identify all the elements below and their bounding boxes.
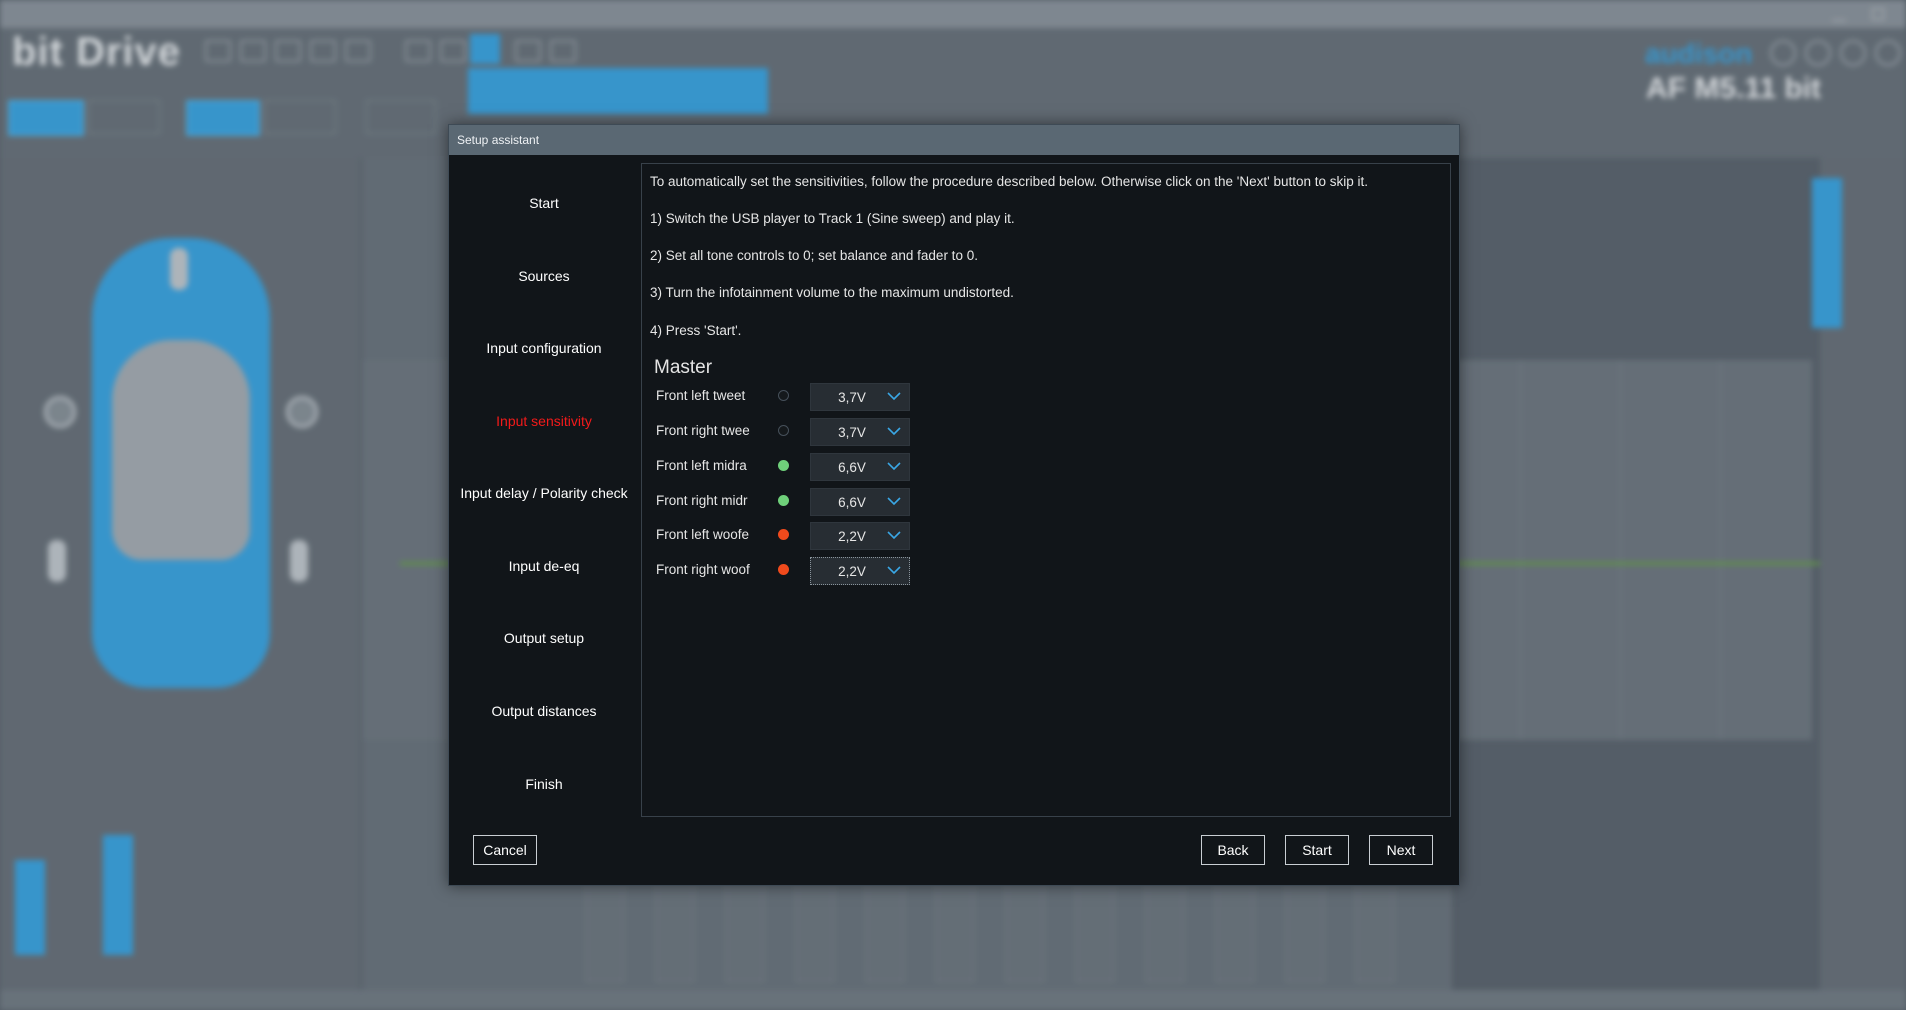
channel-label: Front right midr [656, 493, 748, 508]
step-input-sensitivity[interactable]: Input sensitivity [449, 413, 639, 429]
dialog-title: Setup assistant [449, 125, 1459, 155]
channel-label: Front left midra [656, 458, 747, 473]
channel-label: Front left woofe [656, 527, 750, 542]
channel-row: Front left tweet 3,7V [642, 382, 1042, 411]
step-content: To automatically set the sensitivities, … [641, 163, 1451, 817]
sensitivity-value: 6,6V [838, 495, 866, 510]
step-input-delay-polarity[interactable]: Input delay / Polarity check [449, 485, 639, 501]
back-button[interactable]: Back [1201, 835, 1265, 865]
channel-label: Front right twee [656, 423, 750, 438]
instruction-text: To automatically set the sensitivities, … [650, 174, 1369, 189]
sensitivity-select[interactable]: 2,2V [810, 522, 910, 550]
instruction-step: 3) Turn the infotainment volume to the m… [650, 285, 1014, 300]
chevron-down-icon [887, 566, 901, 575]
sensitivity-value: 3,7V [838, 425, 866, 440]
instruction-step: 1) Switch the USB player to Track 1 (Sin… [650, 211, 1015, 226]
status-led-icon [778, 425, 789, 436]
channel-row: Front left midra 6,6V [642, 452, 1042, 481]
step-list: Start Sources Input configuration Input … [449, 155, 639, 815]
chevron-down-icon [887, 392, 901, 401]
channel-row: Front right woof 2,2V [642, 556, 1042, 585]
step-finish[interactable]: Finish [449, 776, 639, 792]
step-output-setup[interactable]: Output setup [449, 630, 639, 646]
start-button[interactable]: Start [1285, 835, 1349, 865]
channel-row: Front left woofe 2,2V [642, 521, 1042, 550]
chevron-down-icon [887, 462, 901, 471]
sensitivity-select[interactable]: 6,6V [810, 453, 910, 481]
channel-row: Front right midr 6,6V [642, 487, 1042, 516]
channel-label: Front left tweet [656, 388, 746, 403]
chevron-down-icon [887, 427, 901, 436]
status-led-icon [778, 495, 789, 506]
status-led-icon [778, 460, 789, 471]
sensitivity-value: 6,6V [838, 460, 866, 475]
chevron-down-icon [887, 497, 901, 506]
step-output-distances[interactable]: Output distances [449, 703, 639, 719]
chevron-down-icon [887, 531, 901, 540]
status-led-icon [778, 529, 789, 540]
instruction-step: 2) Set all tone controls to 0; set balan… [650, 248, 978, 263]
cancel-button[interactable]: Cancel [473, 835, 537, 865]
channel-row: Front right twee 3,7V [642, 417, 1042, 446]
next-button[interactable]: Next [1369, 835, 1433, 865]
sensitivity-value: 2,2V [838, 529, 866, 544]
sensitivity-value: 3,7V [838, 390, 866, 405]
sensitivity-select[interactable]: 2,2V [810, 557, 910, 585]
status-led-icon [778, 564, 789, 575]
sensitivity-select[interactable]: 6,6V [810, 488, 910, 516]
sensitivity-select[interactable]: 3,7V [810, 418, 910, 446]
section-title: Master [654, 357, 713, 378]
sensitivity-value: 2,2V [838, 564, 866, 579]
channel-label: Front right woof [656, 562, 750, 577]
sensitivity-select[interactable]: 3,7V [810, 383, 910, 411]
setup-assistant-dialog: Setup assistant Start Sources Input conf… [448, 124, 1460, 886]
step-start[interactable]: Start [449, 195, 639, 211]
instruction-step: 4) Press 'Start'. [650, 323, 742, 338]
step-input-de-eq[interactable]: Input de-eq [449, 558, 639, 574]
step-input-configuration[interactable]: Input configuration [449, 340, 639, 356]
step-sources[interactable]: Sources [449, 268, 639, 284]
status-led-icon [778, 390, 789, 401]
